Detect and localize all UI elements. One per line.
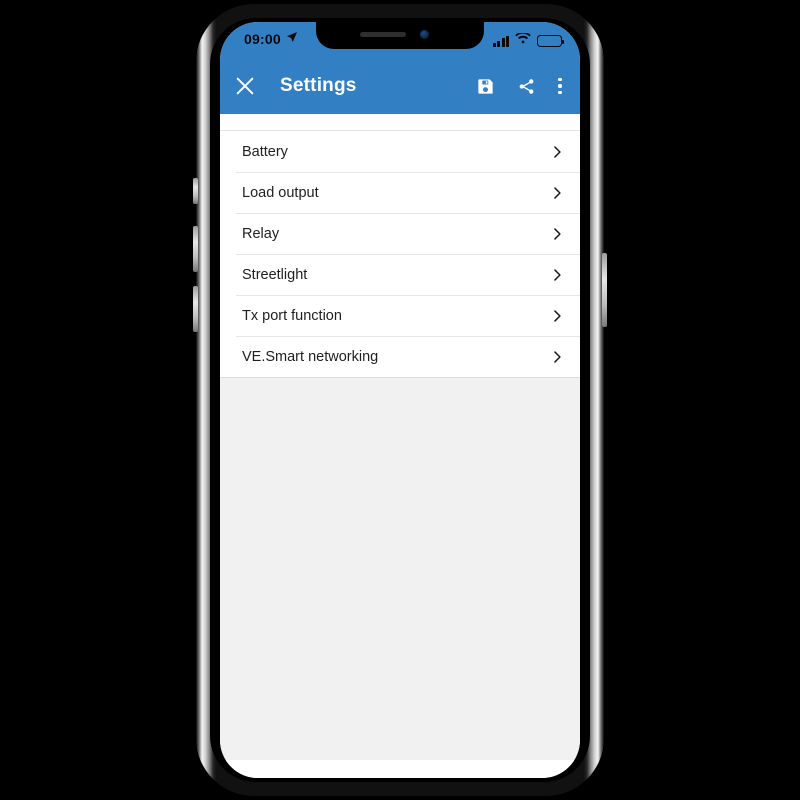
page-title: Settings [280,75,357,96]
volume-down-button[interactable] [193,286,198,332]
list-item-relay[interactable]: Relay [220,213,580,254]
home-indicator-area [220,760,580,778]
overflow-menu-icon[interactable] [558,77,562,95]
location-arrow-icon [286,30,298,48]
save-icon[interactable] [476,77,495,96]
list-item-label: VE.Smart networking [242,348,379,365]
cellular-signal-icon [492,35,509,47]
status-time-group: 09:00 [244,30,298,48]
front-camera-icon [420,30,429,39]
app-bar: Settings [220,58,580,114]
list-item-label: Load output [242,184,319,201]
status-time: 09:00 [244,31,281,47]
settings-content: Battery Load output Relay Streetlight Tx… [220,130,580,778]
list-item-tx-port-function[interactable]: Tx port function [220,295,580,336]
chevron-right-icon [554,186,561,199]
notch [316,22,484,49]
list-item-label: Relay [242,225,280,242]
chevron-right-icon [554,227,561,240]
silent-switch[interactable] [193,178,198,204]
close-icon[interactable] [234,75,256,97]
list-item-ve-smart-networking[interactable]: VE.Smart networking [220,336,580,377]
chevron-right-icon [554,350,561,363]
overflow-dots [558,77,562,95]
phone-screen: 09:00 Settings Battery Load output Relay… [220,22,580,778]
wifi-icon [515,32,531,50]
list-item-streetlight[interactable]: Streetlight [220,254,580,295]
chevron-right-icon [554,309,561,322]
app-bar-actions [476,77,566,96]
list-item-label: Battery [242,143,288,160]
chevron-right-icon [554,145,561,158]
list-item-label: Tx port function [242,307,342,324]
volume-up-button[interactable] [193,226,198,272]
power-button[interactable] [602,253,607,327]
list-item-load-output[interactable]: Load output [220,172,580,213]
settings-list: Battery Load output Relay Streetlight Tx… [220,130,580,378]
earpiece-speaker [360,32,406,37]
battery-full-icon [537,35,565,47]
status-icons-group [492,32,565,50]
list-item-label: Streetlight [242,266,308,283]
list-item-battery[interactable]: Battery [220,131,580,172]
share-icon[interactable] [517,77,536,96]
chevron-right-icon [554,268,561,281]
